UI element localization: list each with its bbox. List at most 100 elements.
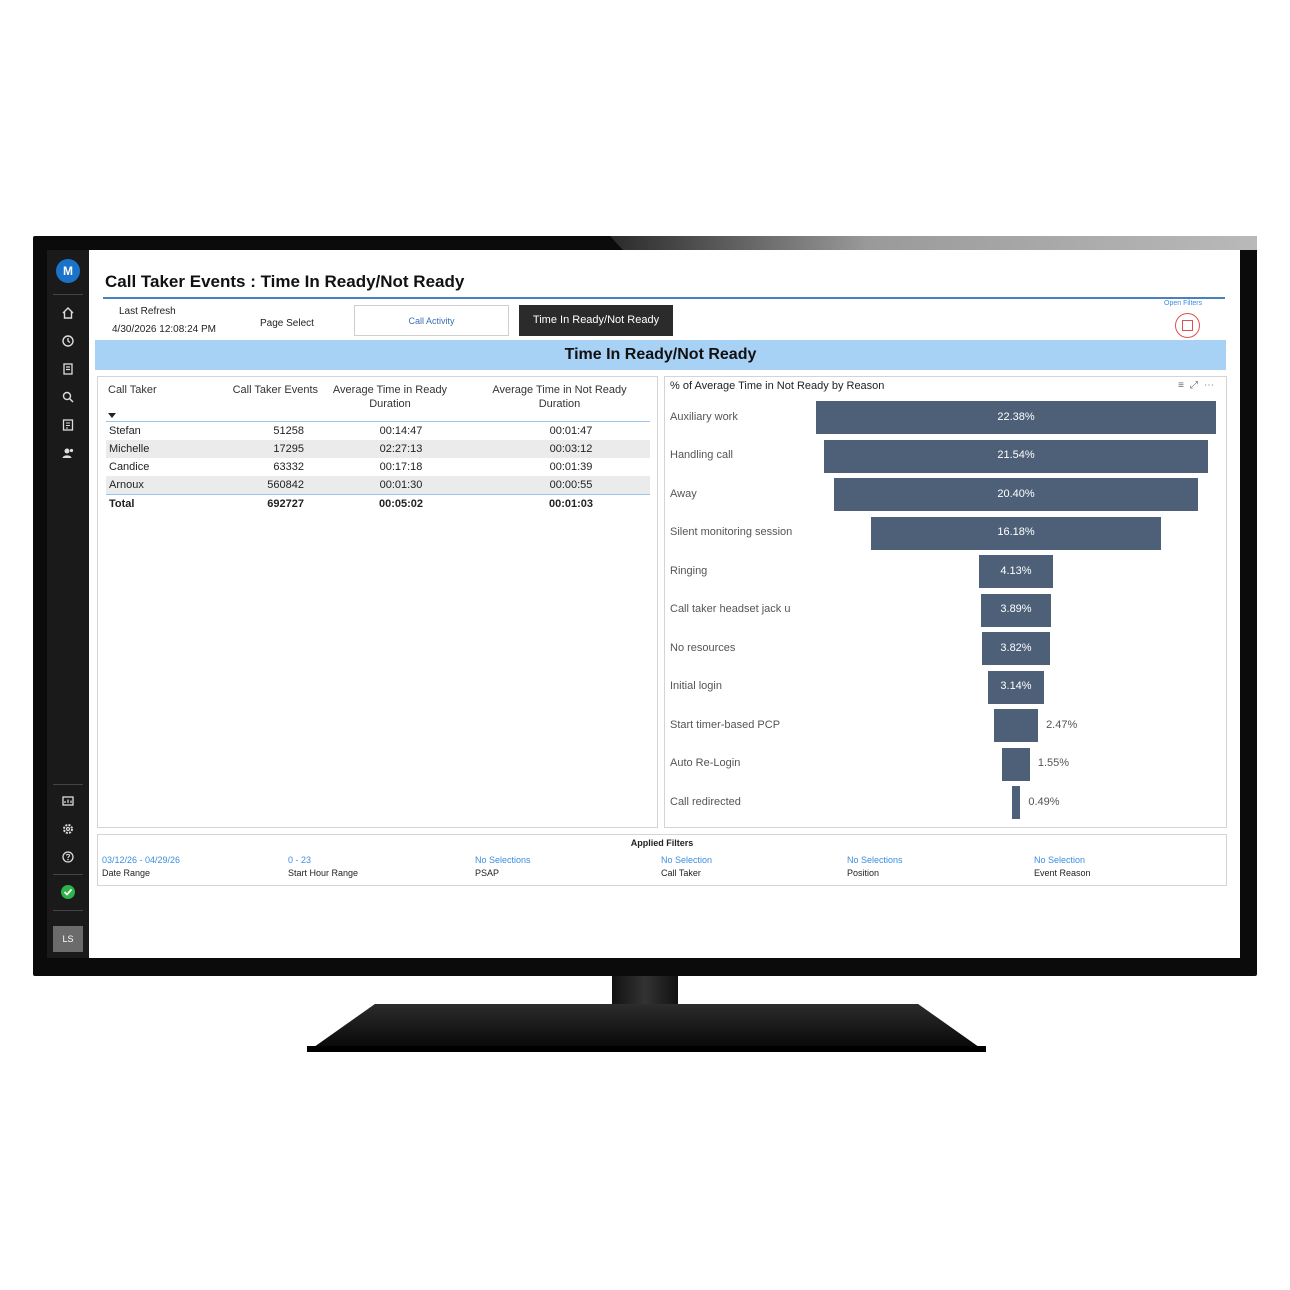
cell-not-ready: 00:01:39 <box>549 461 593 473</box>
cell-total-not-ready: 00:01:03 <box>548 498 594 510</box>
cell-name: Candice <box>109 461 150 473</box>
category-label: Away <box>670 487 697 500</box>
filter-start-hour[interactable]: 0 - 23 Start Hour Range <box>288 855 358 878</box>
filter-value: 0 - 23 <box>288 855 312 865</box>
filter-value: No Selection <box>661 855 713 865</box>
header-call-taker[interactable]: Call Taker <box>108 383 157 397</box>
category-label: Initial login <box>670 680 722 692</box>
data-label: 20.40% <box>997 487 1035 500</box>
data-label: 1.55% <box>1037 757 1070 769</box>
table-row[interactable]: Arnoux 560842 00:01:30 00:00:55 <box>106 476 650 494</box>
more-options-icon[interactable]: ⋯ <box>1204 380 1220 391</box>
table-row[interactable]: Candice 63332 00:17:18 00:01:39 <box>106 458 650 476</box>
filter-label: Date Range <box>102 868 151 878</box>
filter-label: Position <box>847 868 880 878</box>
category-label: Auto Re-Login <box>670 757 741 769</box>
sidebar: M LS <box>47 250 89 958</box>
call-activity-button[interactable]: Call Activity <box>354 305 509 336</box>
last-refresh-value: 4/30/2026 12:08:24 PM <box>112 324 216 335</box>
cell-total-events: 692727 <box>267 498 304 510</box>
cell-total-label: Total <box>109 498 135 510</box>
monitor-stand-edge <box>307 1046 986 1052</box>
header-events[interactable]: Call Taker Events <box>208 383 318 397</box>
data-label: 16.18% <box>997 526 1035 538</box>
monitor-glare <box>610 236 1257 250</box>
cell-events: 51258 <box>273 425 304 437</box>
dashboard-icon[interactable] <box>60 793 76 809</box>
applied-filters-title: Applied Filters <box>630 838 694 848</box>
category-label: Auxiliary work <box>670 410 738 423</box>
data-label: 21.54% <box>997 449 1035 461</box>
sidebar-divider <box>53 910 83 911</box>
data-label: 0.49% <box>1028 795 1060 808</box>
sidebar-divider <box>53 294 83 295</box>
filter-value: 03/12/26 - 04/29/26 <box>102 855 181 865</box>
screen: M LS Call Taker Events: Time In Ready/N… <box>47 250 1240 958</box>
documents-icon[interactable] <box>60 361 76 377</box>
cell-events: 17295 <box>273 443 304 455</box>
cell-not-ready: 00:00:55 <box>549 479 593 491</box>
cell-events: 560842 <box>267 479 304 491</box>
time-in-ready-button[interactable]: Time In Ready/Not Ready <box>519 305 673 336</box>
open-filters-link[interactable]: Open Filters <box>1164 300 1202 307</box>
applied-filters-panel: Applied Filters 03/12/26 - 04/29/26 Date… <box>97 834 1227 886</box>
cell-not-ready: 00:03:12 <box>549 443 593 455</box>
title-divider <box>103 297 1225 299</box>
sort-desc-icon[interactable] <box>108 413 116 418</box>
filter-date-range[interactable]: 03/12/26 - 04/29/26 Date Range <box>102 855 180 878</box>
category-label: Start timer-based PCP <box>670 718 781 731</box>
chart-bar[interactable] <box>1002 747 1030 781</box>
page-select-label: Page Select <box>260 318 314 329</box>
data-label: 4.13% <box>1000 564 1032 577</box>
header-not-ready[interactable]: Average Time in Not Ready Duration <box>482 383 637 411</box>
cell-not-ready: 00:01:47 <box>549 425 593 437</box>
filter-value: No Selections <box>847 855 903 865</box>
filter-icon[interactable]: ≡ <box>1178 380 1190 391</box>
data-label: 3.82% <box>1000 641 1032 654</box>
cell-events: 63332 <box>273 461 304 473</box>
cell-ready: 02:27:13 <box>379 443 423 455</box>
filter-psap[interactable]: No Selections PSAP <box>475 855 531 878</box>
history-icon[interactable] <box>60 333 76 349</box>
search-icon[interactable] <box>60 389 76 405</box>
table-total-row: Total 692727 00:05:02 00:01:03 <box>106 494 650 512</box>
monitor-stand <box>307 1004 986 1052</box>
focus-mode-icon[interactable]: ⤢ <box>1190 380 1204 391</box>
cell-name: Michelle <box>109 443 150 455</box>
filter-event-reason[interactable]: No Selection Event Reason <box>1034 855 1091 878</box>
status-ok-icon <box>61 885 75 899</box>
chart-toolbar: ≡⤢⋯ <box>1178 380 1220 391</box>
data-label: 2.47% <box>1046 718 1078 731</box>
users-icon[interactable] <box>60 445 76 461</box>
category-label: Handling call <box>670 449 733 461</box>
section-banner: Time In Ready/Not Ready <box>95 340 1226 370</box>
table-row[interactable]: Michelle 17295 02:27:13 00:03:12 <box>106 440 650 458</box>
report-icon[interactable] <box>60 417 76 433</box>
cell-name: Stefan <box>109 425 141 437</box>
motorola-logo[interactable]: M <box>56 259 80 283</box>
user-avatar[interactable]: LS <box>53 926 83 952</box>
sidebar-divider <box>53 784 83 785</box>
filter-label: Call Taker <box>661 868 701 878</box>
filter-label: Event Reason <box>1034 868 1091 878</box>
home-icon[interactable] <box>60 305 76 321</box>
settings-icon[interactable] <box>60 821 76 837</box>
header-ready[interactable]: Average Time in Ready Duration <box>320 383 460 411</box>
table-row[interactable]: Stefan 51258 00:14:47 00:01:47 <box>106 422 650 440</box>
cell-ready: 00:14:47 <box>379 425 423 437</box>
data-label: 3.89% <box>1000 603 1032 615</box>
sidebar-divider <box>53 874 83 875</box>
chart-bar[interactable] <box>993 709 1039 742</box>
filter-call-taker[interactable]: No Selection Call Taker <box>661 855 712 878</box>
category-label: Ringing <box>670 564 708 577</box>
last-refresh-label: Last Refresh <box>119 306 176 317</box>
open-filters-icon[interactable] <box>1175 313 1200 338</box>
help-icon[interactable] <box>60 849 76 865</box>
chart-bar[interactable] <box>1011 786 1021 819</box>
data-label: 22.38% <box>997 410 1035 423</box>
cell-ready: 00:01:30 <box>379 479 423 491</box>
filter-position[interactable]: No Selections Position <box>847 855 903 878</box>
filter-value: No Selections <box>475 855 531 865</box>
data-label: 3.14% <box>1000 680 1032 692</box>
call-taker-table: Call Taker Call Taker Events Average Tim… <box>97 376 658 828</box>
